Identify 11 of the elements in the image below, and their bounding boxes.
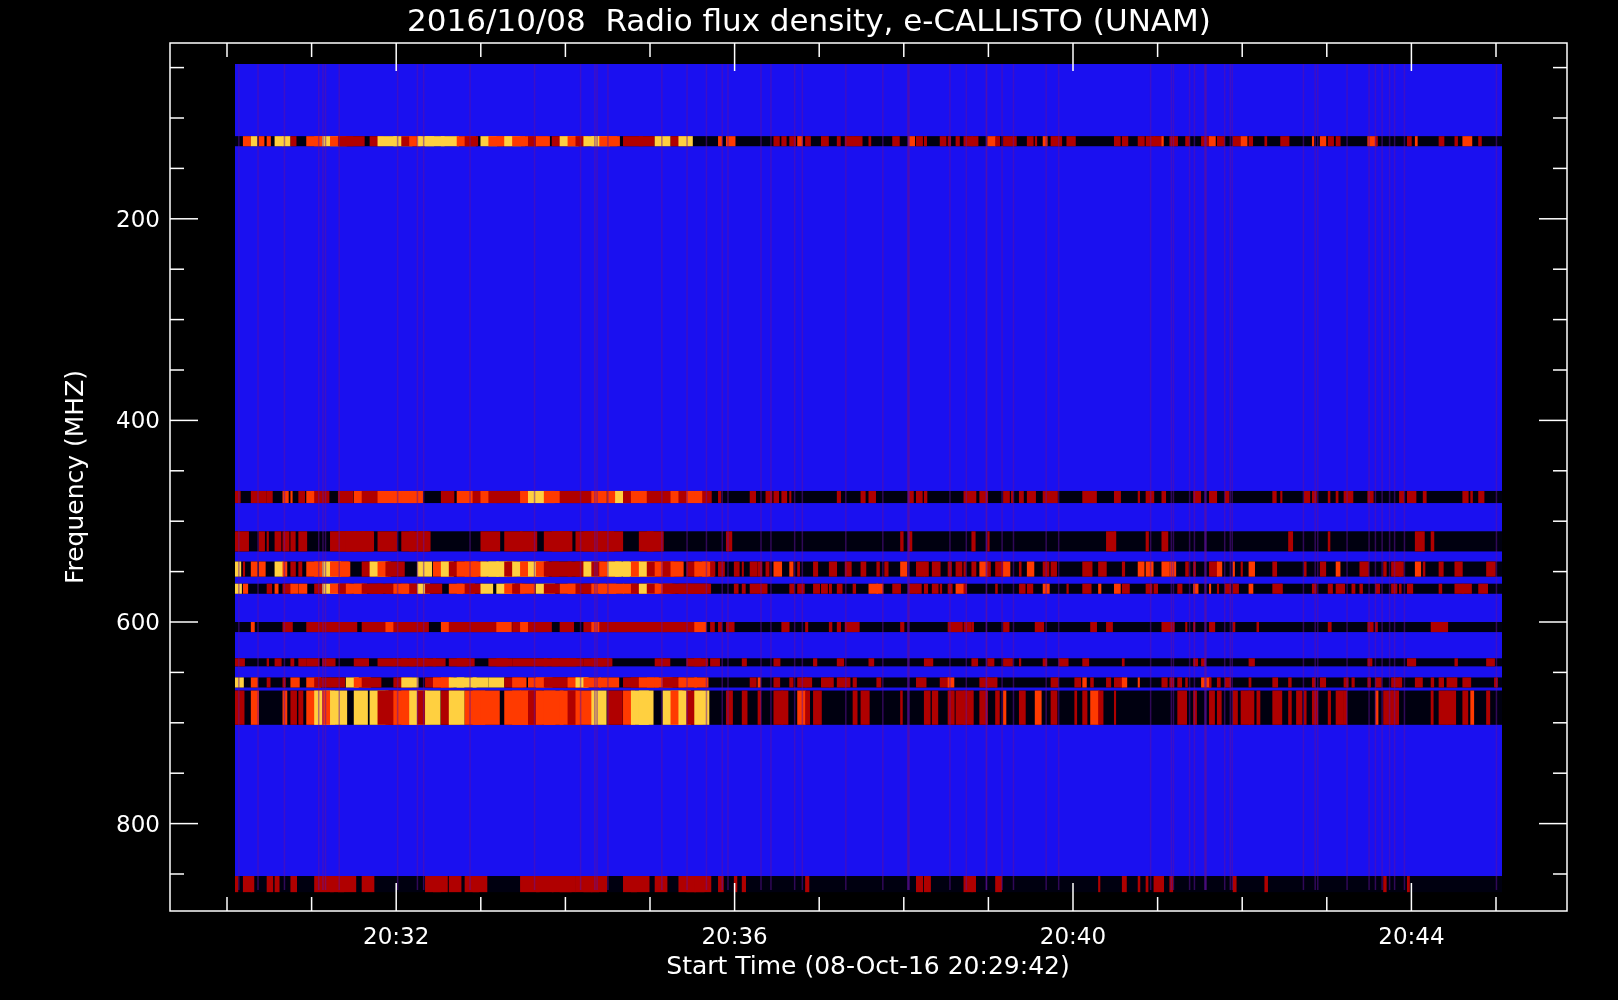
y-tick-label: 800 — [116, 810, 160, 837]
y-axis-label: Frequency (MHZ) — [60, 369, 89, 585]
x-tick-label: 20:44 — [1378, 923, 1445, 949]
y-tick-label: 600 — [116, 609, 160, 635]
x-tick-label: 20:36 — [701, 923, 768, 949]
y-tick-label: 400 — [116, 407, 160, 434]
x-tick-label: 20:40 — [1039, 923, 1107, 949]
plot-title: 2016/10/08 Radio flux density, e-CALLISTO (UNAM) — [407, 2, 1211, 38]
y-tick-label: 200 — [116, 205, 160, 232]
x-axis-label: Start Time (08-Oct-16 20:29:42) — [666, 951, 1070, 980]
x-tick-label: 20:32 — [363, 923, 430, 949]
